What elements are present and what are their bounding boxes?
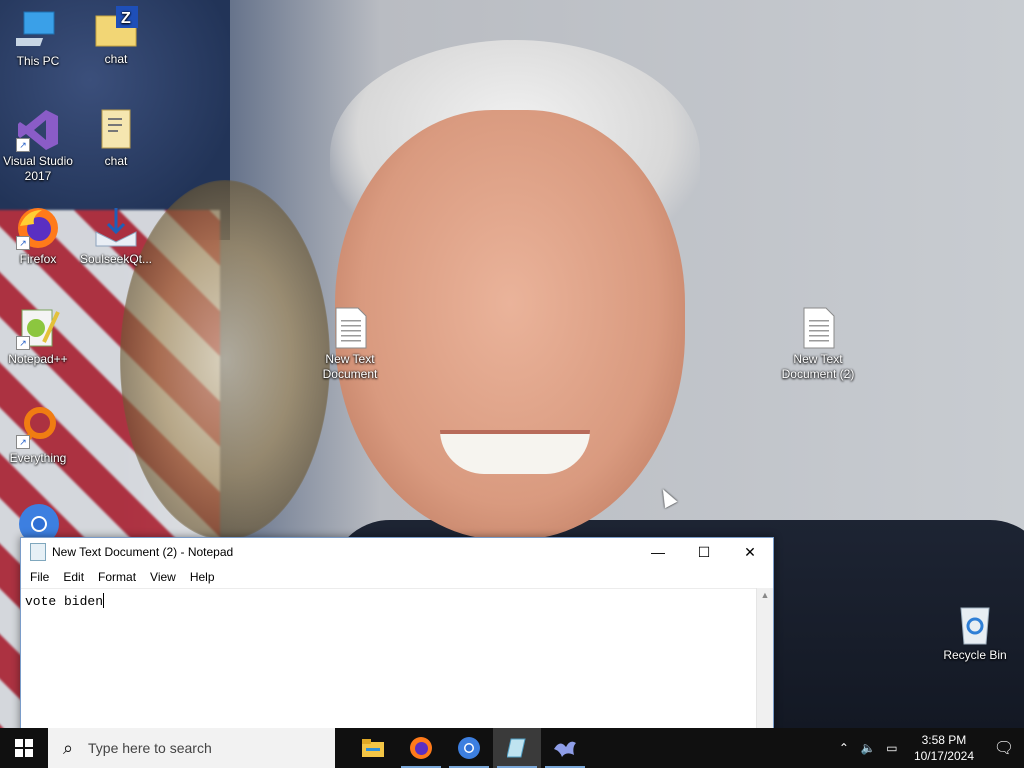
everything-icon: ↗ [16,405,60,449]
svg-text:Z: Z [121,10,131,27]
notepad-menubar: File Edit Format View Help [21,566,773,588]
menu-format[interactable]: Format [91,570,143,584]
search-icon: ⌕ [62,737,74,758]
taskbar: ⌕ Type here to search ⌃ 🔈 ▭ 3:58 PM 10/1… [0,728,1024,768]
windows-logo-icon [15,739,33,757]
taskbar-firefox[interactable] [397,728,445,768]
desktop-icon-label: chat [104,52,128,66]
shortcut-arrow-icon: ↗ [16,336,30,350]
desktop-icon-visual-studio[interactable]: ↗ Visual Studio 2017 [0,108,76,184]
notepad-icon [30,543,46,561]
desktop-icon-notepadpp[interactable]: ↗ Notepad++ [0,306,76,367]
shortcut-arrow-icon: ↗ [16,236,30,250]
visual-studio-icon: ↗ [16,108,60,152]
desktop-icon-firefox[interactable]: ↗ Firefox [0,206,76,267]
maximize-button[interactable]: ☐ [681,538,727,566]
desktop-icon-label: SoulseekQt... [79,252,153,266]
desktop-icon-label: Visual Studio 2017 [3,154,73,183]
notepadpp-icon: ↗ [16,306,60,350]
desktop-icon-label: This PC [16,54,60,68]
chevron-up-icon[interactable]: ⌃ [832,741,856,755]
close-button[interactable]: ✕ [727,538,773,566]
menu-file[interactable]: File [23,570,56,584]
desktop-icon-label: New Text Document (2) [781,352,855,381]
notepad-title: New Text Document (2) - Notepad [52,545,234,559]
desktop-icon-everything[interactable]: ↗ Everything [0,405,76,466]
file-explorer-icon [362,739,384,757]
document-icon [94,108,138,152]
desktop-icon-chat-zip[interactable]: Z chat [78,6,154,67]
notepad-text-area[interactable]: vote biden [21,588,757,738]
taskbar-notepad[interactable] [493,728,541,768]
shortcut-arrow-icon: ↗ [16,435,30,449]
desktop-icon-new-text-document-2[interactable]: New Text Document (2) [780,306,856,382]
wallpaper-smile [440,430,590,474]
search-placeholder: Type here to search [88,740,212,756]
text-caret [103,593,105,608]
firefox-icon [410,737,432,759]
desktop-icon-label: chat [104,154,128,168]
desktop-icon-label: Notepad++ [8,352,68,366]
desktop-icon-this-pc[interactable]: This PC [0,8,76,69]
soulseek-icon [554,741,576,757]
desktop-icon-new-text-document[interactable]: New Text Document [312,306,388,382]
clock-time: 3:58 PM [921,733,967,747]
soulseek-icon [94,206,138,250]
vertical-scrollbar[interactable]: ▲ [756,588,773,738]
system-tray: ⌃ 🔈 ▭ 3:58 PM 10/17/2024 🗨 [832,728,1024,768]
menu-edit[interactable]: Edit [56,570,91,584]
text-file-icon [796,306,840,350]
taskbar-search-box[interactable]: ⌕ Type here to search [48,728,335,768]
text-file-icon [328,306,372,350]
chrome-icon [458,737,480,759]
this-pc-icon [6,8,60,52]
desktop-icon-chat-doc[interactable]: chat [78,108,154,169]
desktop-icon-label: Everything [9,451,67,465]
desktop-icon-label: Firefox [19,252,57,266]
desktop-icon-label: New Text Document [322,352,378,381]
notepad-text: vote biden [25,594,104,609]
menu-view[interactable]: View [143,570,183,584]
desktop-icon-recycle-bin[interactable]: Recycle Bin [937,602,1013,663]
network-icon[interactable]: ▭ [880,741,904,755]
menu-help[interactable]: Help [183,570,222,584]
recycle-bin-icon [953,602,997,646]
start-button[interactable] [0,728,48,768]
desktop-icon-soulseek[interactable]: SoulseekQt... [78,206,154,267]
taskbar-chrome[interactable] [445,728,493,768]
clock-date: 10/17/2024 [913,749,974,763]
scroll-up-icon[interactable]: ▲ [757,590,773,600]
shortcut-arrow-icon: ↗ [16,138,30,152]
taskbar-clock[interactable]: 3:58 PM 10/17/2024 [904,732,984,764]
desktop-icon-label: Recycle Bin [943,648,1007,662]
notepad-icon [507,738,526,758]
volume-muted-icon[interactable]: 🔈 [856,741,880,755]
notepad-titlebar[interactable]: New Text Document (2) - Notepad — ☐ ✕ [21,538,773,566]
zip-folder-icon: Z [94,6,138,50]
minimize-button[interactable]: — [635,538,681,566]
firefox-icon: ↗ [16,206,60,250]
notepad-window[interactable]: New Text Document (2) - Notepad — ☐ ✕ Fi… [20,537,774,739]
notification-center-icon[interactable]: 🗨 [984,738,1024,758]
taskbar-file-explorer[interactable] [349,728,397,768]
taskbar-soulseek[interactable] [541,728,589,768]
